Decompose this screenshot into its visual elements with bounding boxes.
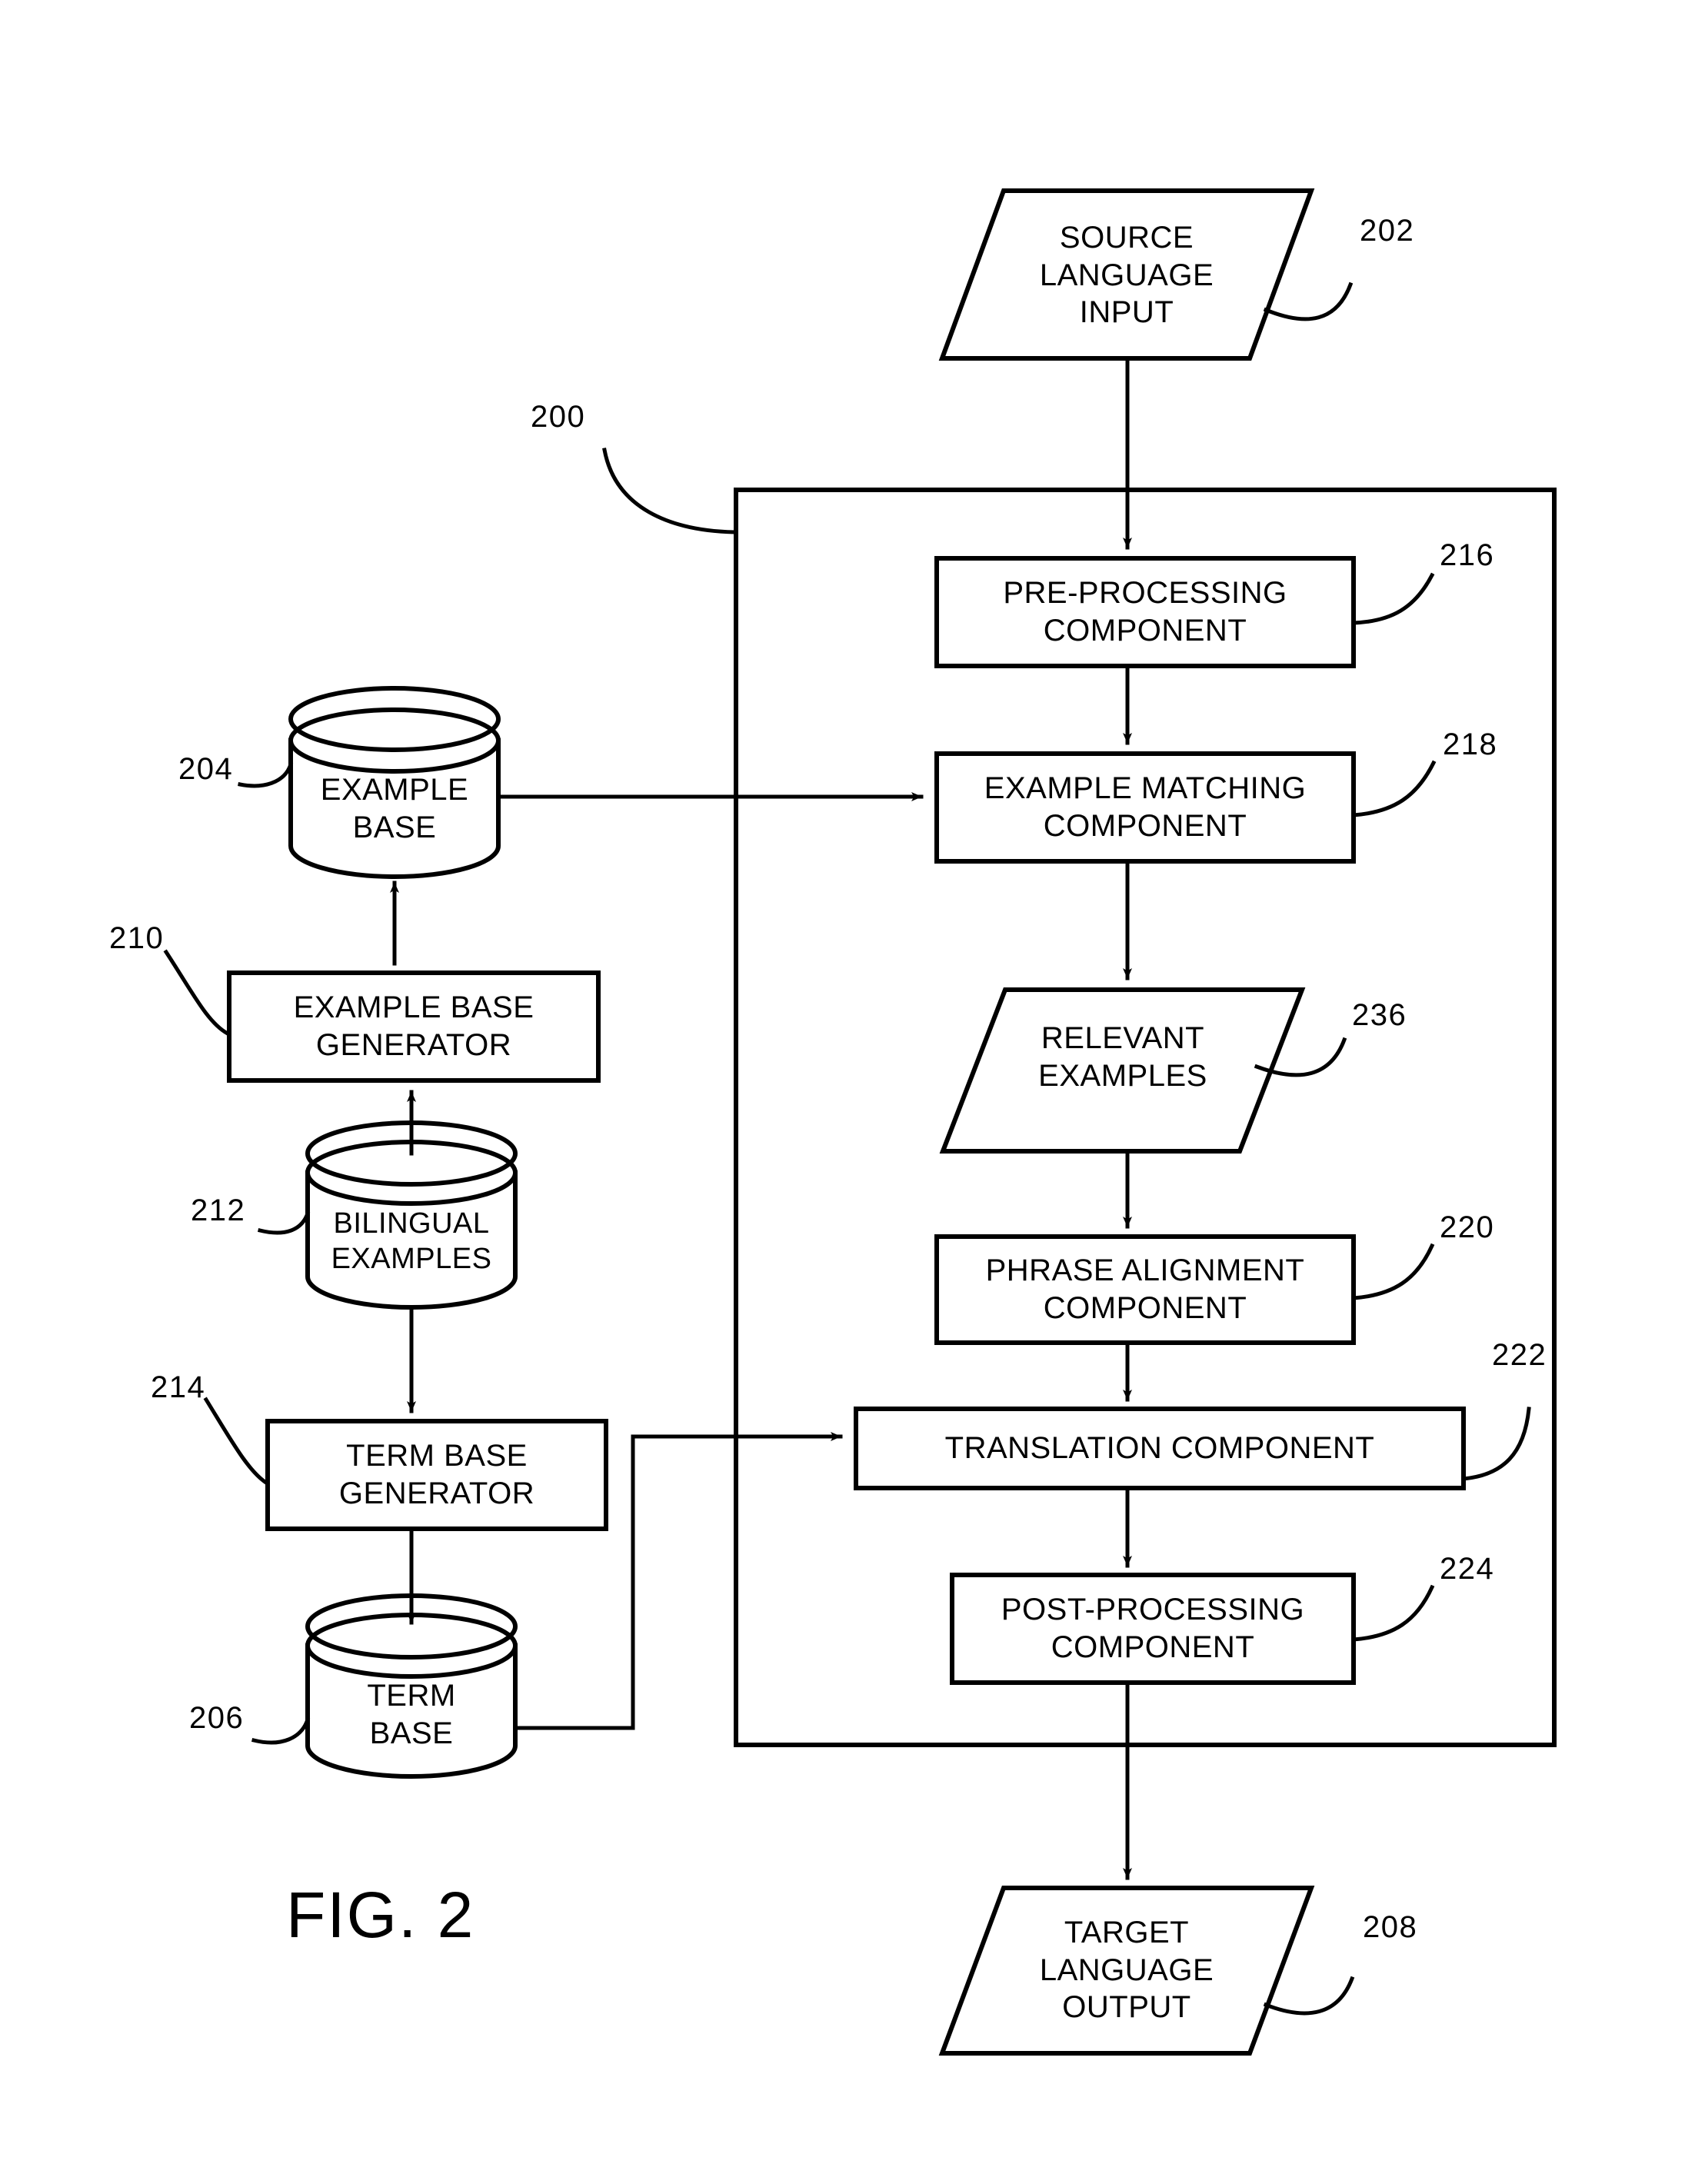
leader-214 — [203, 1397, 269, 1486]
ref-202: 202 — [1360, 214, 1415, 248]
leader-204 — [238, 761, 294, 788]
leader-202 — [1263, 281, 1354, 321]
pre-processing-box — [934, 556, 1356, 668]
source-input-shape — [938, 188, 1315, 361]
leader-200 — [602, 448, 737, 534]
ref-216: 216 — [1440, 538, 1495, 572]
ref-210: 210 — [109, 921, 165, 955]
leader-212 — [257, 1210, 311, 1235]
example-matching-box — [934, 751, 1356, 864]
leader-218 — [1351, 760, 1437, 817]
leader-208 — [1263, 1976, 1355, 2016]
leader-220 — [1351, 1243, 1435, 1300]
ref-220: 220 — [1440, 1210, 1495, 1244]
system-boundary-box — [734, 488, 1557, 1747]
ref-224: 224 — [1440, 1552, 1495, 1586]
translation-box — [854, 1407, 1466, 1490]
leader-206 — [251, 1716, 311, 1745]
phrase-alignment-box — [934, 1234, 1356, 1345]
ref-212: 212 — [191, 1194, 246, 1227]
relevant-examples-shape — [939, 987, 1306, 1154]
leader-222 — [1461, 1407, 1531, 1481]
ref-208: 208 — [1363, 1910, 1418, 1944]
post-processing-box — [950, 1573, 1356, 1685]
example-base-generator-box — [227, 970, 601, 1083]
leader-216 — [1351, 572, 1435, 625]
figure-caption: FIG. 2 — [286, 1879, 475, 1951]
ref-204: 204 — [178, 752, 234, 786]
diagram-canvas — [163, 188, 1557, 2056]
ref-200: 200 — [531, 400, 586, 434]
figure-page: SOURCE LANGUAGE INPUT 202 200 PRE-PROCES… — [0, 0, 1685, 2184]
leader-224 — [1351, 1584, 1435, 1642]
ref-236: 236 — [1352, 998, 1407, 1032]
ref-214: 214 — [151, 1370, 206, 1404]
leader-210 — [163, 949, 231, 1037]
target-output-shape — [938, 1886, 1315, 2056]
ref-218: 218 — [1443, 727, 1498, 761]
ref-222: 222 — [1492, 1338, 1547, 1372]
leader-236 — [1254, 1037, 1347, 1077]
term-base-generator-box — [265, 1419, 608, 1531]
ref-206: 206 — [189, 1701, 245, 1735]
arrow-termbase-to-translation — [513, 1432, 843, 1730]
